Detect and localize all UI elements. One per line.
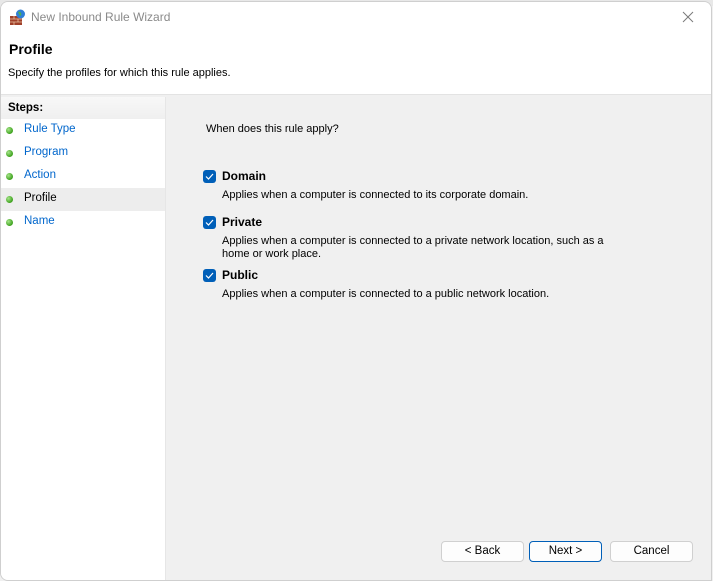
domain-label[interactable]: Domain — [222, 169, 266, 183]
wizard-header: Profile Specify the profiles for which t… — [1, 33, 711, 95]
wizard-window: New Inbound Rule Wizard Profile Specify … — [0, 1, 712, 581]
step-action[interactable]: Action — [1, 165, 165, 188]
public-description: Applies when a computer is connected to … — [222, 288, 550, 300]
question-text: When does this rule apply? — [206, 123, 339, 135]
page-subtitle: Specify the profiles for which this rule… — [8, 67, 231, 79]
step-rule-type[interactable]: Rule Type — [1, 119, 165, 142]
step-status-icon — [6, 219, 13, 226]
step-status-icon — [6, 150, 13, 157]
step-status-icon — [6, 173, 13, 180]
step-label: Rule Type — [24, 123, 76, 135]
private-checkbox[interactable] — [203, 216, 216, 229]
content-panel: When does this rule apply? Domain Applie… — [169, 97, 711, 580]
checkmark-icon — [205, 219, 214, 226]
steps-heading: Steps: — [1, 97, 165, 119]
public-label[interactable]: Public — [222, 268, 258, 282]
step-profile: Profile — [1, 188, 165, 211]
close-icon — [682, 11, 694, 23]
next-button[interactable]: Next > — [529, 541, 602, 562]
page-title: Profile — [9, 41, 53, 57]
checkmark-icon — [205, 272, 214, 279]
private-description: Applies when a computer is connected to … — [222, 235, 604, 260]
step-label: Profile — [24, 192, 57, 204]
checkmark-icon — [205, 173, 214, 180]
firewall-icon — [10, 9, 26, 25]
step-program[interactable]: Program — [1, 142, 165, 165]
public-checkbox[interactable] — [203, 269, 216, 282]
cancel-button[interactable]: Cancel — [610, 541, 693, 562]
step-status-icon — [6, 127, 13, 134]
step-label: Action — [24, 169, 56, 181]
back-button[interactable]: < Back — [441, 541, 524, 562]
domain-description: Applies when a computer is connected to … — [222, 189, 529, 201]
domain-checkbox[interactable] — [203, 170, 216, 183]
step-label: Program — [24, 146, 69, 158]
close-button[interactable] — [665, 2, 711, 33]
step-label: Name — [24, 215, 55, 227]
steps-panel: Steps: Rule Type Program Action Profile … — [1, 97, 166, 580]
step-status-icon — [6, 196, 13, 203]
title-bar: New Inbound Rule Wizard — [1, 2, 711, 33]
window-title: New Inbound Rule Wizard — [31, 10, 171, 24]
private-label[interactable]: Private — [222, 215, 262, 229]
step-name[interactable]: Name — [1, 211, 165, 234]
